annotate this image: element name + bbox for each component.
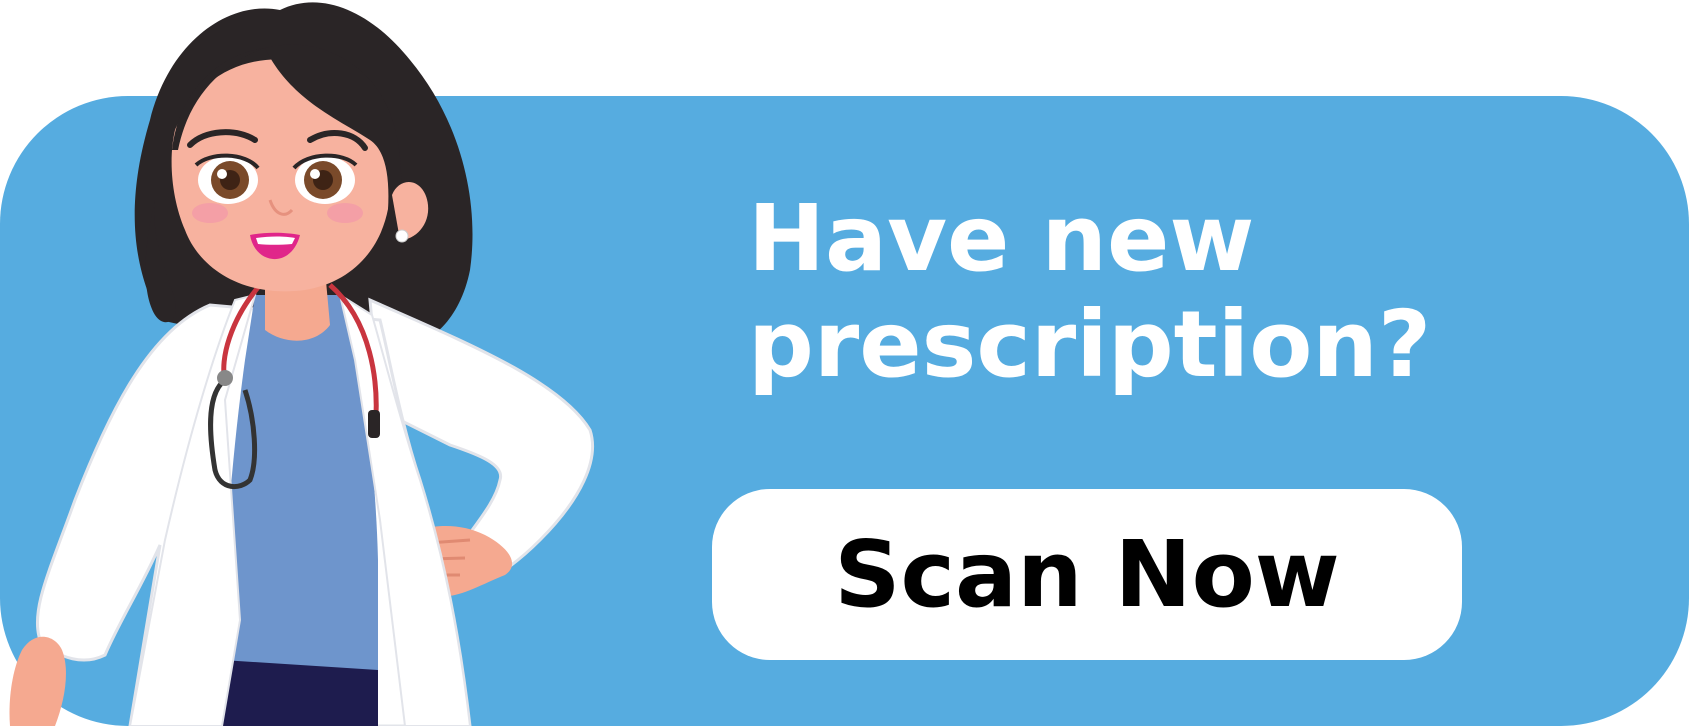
banner-headline: Have new prescription? (748, 186, 1648, 398)
headline-line-2: prescription? (748, 291, 1432, 398)
promo-banner-canvas: Have new prescription? Scan Now (0, 0, 1689, 726)
headline-line-1: Have new (748, 185, 1255, 292)
doctor-illustration-icon (9, 2, 595, 726)
scan-now-button[interactable]: Scan Now (712, 489, 1462, 660)
